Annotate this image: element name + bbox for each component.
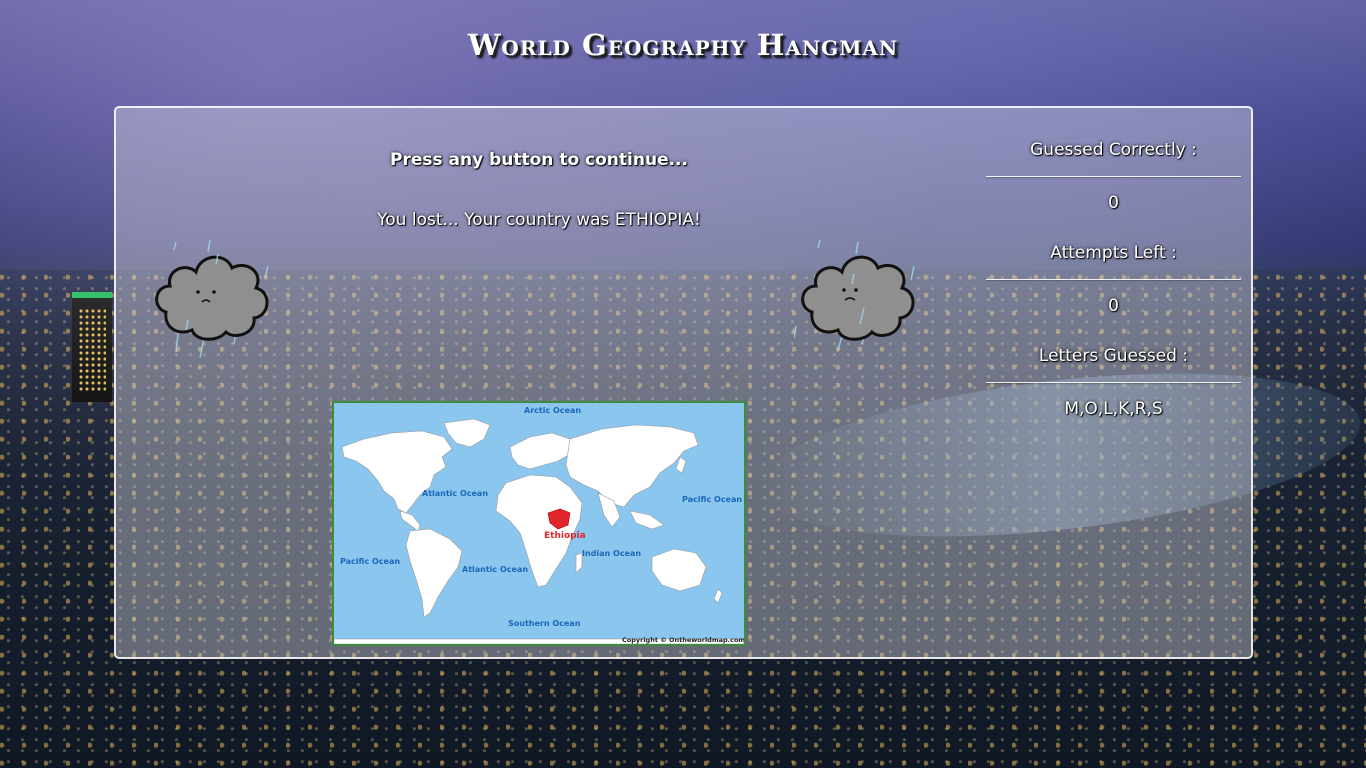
stats-panel: Guessed Correctly : 0 Attempts Left : 0 … — [986, 130, 1241, 439]
attempts-left-value: 0 — [1108, 296, 1119, 316]
atlantic-ocean-south-label: Atlantic Ocean — [462, 565, 529, 574]
atlantic-ocean-north-label: Atlantic Ocean — [422, 489, 489, 498]
world-map: Arctic Ocean Atlantic Ocean Pacific Ocea… — [332, 401, 746, 646]
southern-ocean-label: Southern Ocean — [508, 619, 581, 628]
background-tower — [72, 292, 112, 402]
guessed-correctly-value: 0 — [1108, 193, 1119, 213]
sad-cloud-left-icon — [148, 234, 278, 364]
page-title: World Geography Hangman — [467, 28, 899, 62]
continue-prompt: Press any button to continue... — [390, 150, 688, 170]
guessed-correctly-label: Guessed Correctly : — [1030, 140, 1197, 160]
letters-guessed-label: Letters Guessed : — [1038, 346, 1189, 366]
sad-cloud-right-icon — [793, 234, 924, 364]
map-copyright: Copyright © Ontheworldmap.com — [622, 636, 746, 644]
pacific-ocean-east-label: Pacific Ocean — [682, 495, 743, 504]
letters-guessed-value: M,O,L,K,R,S — [1064, 399, 1163, 419]
attempts-left-label: Attempts Left : — [1050, 243, 1177, 263]
result-message: You lost... Your country was ETHIOPIA! — [377, 210, 701, 230]
indian-ocean-label: Indian Ocean — [582, 549, 642, 558]
pacific-ocean-west-label: Pacific Ocean — [340, 557, 401, 566]
arctic-ocean-label: Arctic Ocean — [524, 406, 582, 415]
ethiopia-label: Ethiopia — [544, 531, 586, 541]
